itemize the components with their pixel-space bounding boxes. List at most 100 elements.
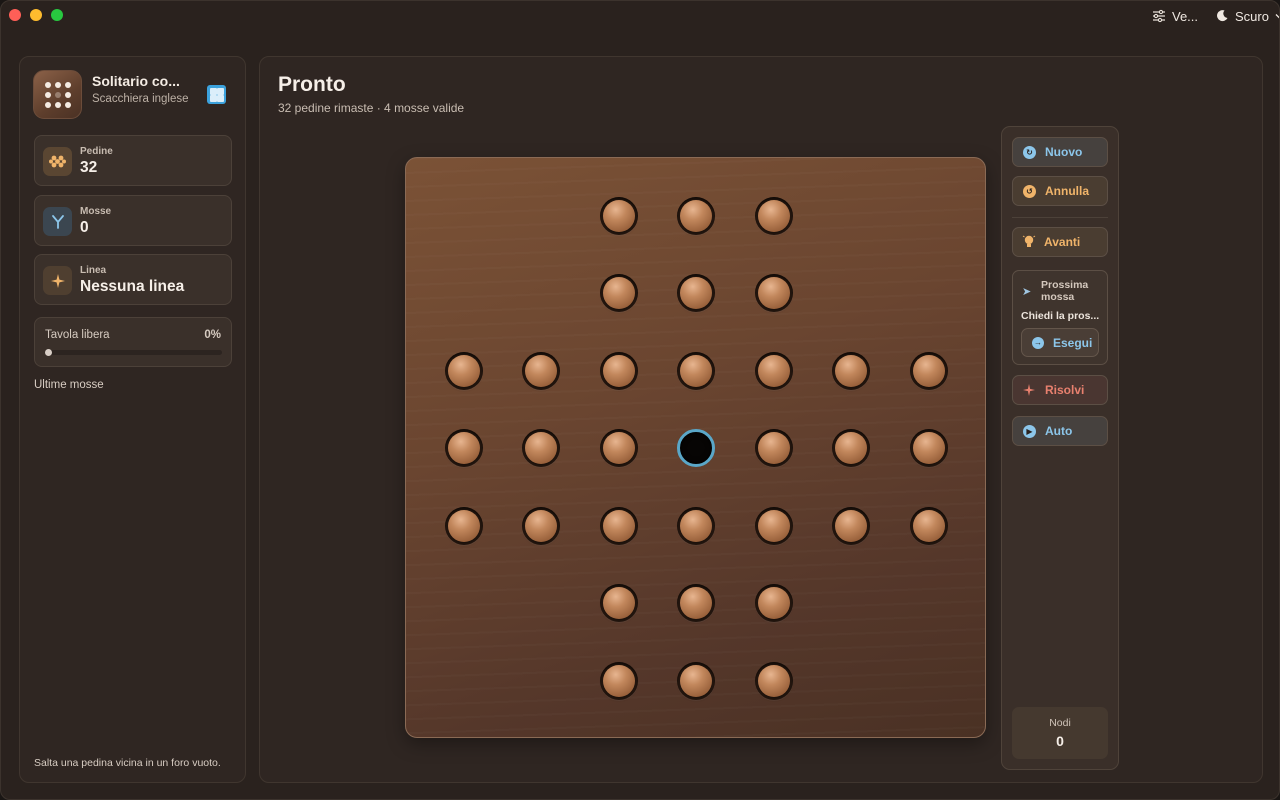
- solve-button[interactable]: Risolvi: [1012, 375, 1108, 405]
- stat-card-moves: Mosse 0: [34, 195, 232, 246]
- board-hole[interactable]: [522, 429, 560, 467]
- board-hole[interactable]: [677, 274, 715, 312]
- peg[interactable]: [602, 509, 635, 542]
- peg[interactable]: [757, 664, 790, 697]
- peg[interactable]: [757, 277, 790, 309]
- board-hole[interactable]: [754, 351, 793, 390]
- undo-button[interactable]: ↺ Annulla: [1012, 176, 1108, 206]
- board-hole[interactable]: [444, 429, 483, 467]
- peg[interactable]: [525, 354, 557, 387]
- peg[interactable]: [912, 432, 945, 464]
- peg[interactable]: [602, 277, 635, 309]
- app-header: Solitario co... Scacchiera inglese: [33, 70, 233, 122]
- board-hole[interactable]: [677, 196, 715, 235]
- board-hole[interactable]: [599, 429, 638, 467]
- play-icon: ▶: [1023, 424, 1036, 438]
- grid-icon: [210, 88, 217, 95]
- peg[interactable]: [757, 432, 790, 464]
- board-hole[interactable]: [832, 506, 870, 545]
- board-hole[interactable]: [754, 429, 793, 467]
- zoom-window-button[interactable]: [51, 9, 63, 21]
- board-hole[interactable]: [599, 661, 638, 700]
- next-move-card: ➤ Prossima mossa Chiedi la pros... → Ese…: [1012, 270, 1108, 365]
- board-hole[interactable]: [677, 584, 715, 622]
- refresh-icon: ↻: [1023, 145, 1036, 159]
- board-hole[interactable]: [599, 584, 638, 622]
- peg[interactable]: [680, 354, 712, 387]
- peg[interactable]: [835, 354, 867, 387]
- peg[interactable]: [525, 509, 557, 542]
- board-hole[interactable]: [909, 506, 948, 545]
- new-game-label: Nuovo: [1045, 145, 1083, 159]
- peg[interactable]: [680, 587, 712, 619]
- peg[interactable]: [835, 432, 867, 464]
- board-hole[interactable]: [599, 274, 638, 312]
- peg[interactable]: [447, 509, 480, 542]
- peg[interactable]: [525, 432, 557, 464]
- peg[interactable]: [447, 354, 480, 387]
- board-hole[interactable]: [832, 351, 870, 390]
- board-hole[interactable]: [599, 351, 638, 390]
- peg[interactable]: [912, 354, 945, 387]
- undo-label: Annulla: [1045, 184, 1089, 198]
- branch-icon: [43, 207, 72, 236]
- board-hole[interactable]: [522, 506, 560, 545]
- board-variant-button[interactable]: [207, 85, 226, 104]
- peg[interactable]: [447, 432, 480, 464]
- peg[interactable]: [602, 664, 635, 697]
- peg[interactable]: [757, 354, 790, 387]
- sliders-icon: [1153, 9, 1165, 23]
- peg[interactable]: [680, 509, 712, 542]
- board-variant-label: Scacchiera inglese: [92, 93, 189, 105]
- board-hole[interactable]: [754, 506, 793, 545]
- page-title: Pronto: [278, 73, 346, 96]
- board-hole[interactable]: [522, 351, 560, 390]
- peg[interactable]: [757, 199, 790, 232]
- peg[interactable]: [757, 587, 790, 619]
- theme-select[interactable]: Scuro: [1215, 7, 1279, 25]
- board-hole[interactable]: [909, 351, 948, 390]
- stat-card-pegs: Pedine 32: [34, 135, 232, 186]
- auto-label: Auto: [1045, 424, 1073, 438]
- board-hole[interactable]: [832, 429, 870, 467]
- peg[interactable]: [602, 354, 635, 387]
- auto-play-button[interactable]: ▶ Auto: [1012, 416, 1108, 446]
- peg[interactable]: [680, 199, 712, 232]
- new-game-button[interactable]: ↻ Nuovo: [1012, 137, 1108, 167]
- peg[interactable]: [912, 509, 945, 542]
- peg[interactable]: [602, 587, 635, 619]
- signpost-icon: ➤: [1022, 286, 1032, 298]
- board-hole[interactable]: [444, 506, 483, 545]
- board-hole[interactable]: [909, 429, 948, 467]
- board-hole[interactable]: [754, 196, 793, 235]
- minimize-window-button[interactable]: [30, 9, 42, 21]
- peg[interactable]: [835, 509, 867, 542]
- peg[interactable]: [680, 664, 712, 697]
- board-hole[interactable]: [677, 661, 715, 700]
- empty-hole[interactable]: [677, 429, 715, 467]
- board-hole[interactable]: [444, 351, 483, 390]
- peg[interactable]: [680, 277, 712, 309]
- execute-label: Esegui: [1053, 335, 1093, 350]
- nodes-counter: Nodi 0: [1012, 707, 1108, 759]
- progress-percent: 0%: [204, 329, 221, 341]
- progress-label: Tavola libera: [45, 329, 110, 341]
- progress-fill: [45, 349, 52, 356]
- peg[interactable]: [602, 199, 635, 232]
- board-hole[interactable]: [677, 351, 715, 390]
- board-hole[interactable]: [599, 196, 638, 235]
- board-hole[interactable]: [754, 584, 793, 622]
- close-window-button[interactable]: [9, 9, 21, 21]
- board-hole[interactable]: [754, 274, 793, 312]
- forward-button[interactable]: Avanti: [1012, 227, 1108, 257]
- app-logo-icon: [33, 70, 82, 119]
- board-hole[interactable]: [677, 506, 715, 545]
- execute-button[interactable]: → Esegui: [1021, 328, 1099, 357]
- view-options-button[interactable]: Ve...: [1152, 7, 1198, 25]
- peg[interactable]: [757, 509, 790, 542]
- peg[interactable]: [602, 432, 635, 464]
- board-hole[interactable]: [599, 506, 638, 545]
- title-bar: Ve... Scuro: [1, 1, 1279, 31]
- stat-label: Linea: [80, 265, 107, 276]
- board-hole[interactable]: [754, 661, 793, 700]
